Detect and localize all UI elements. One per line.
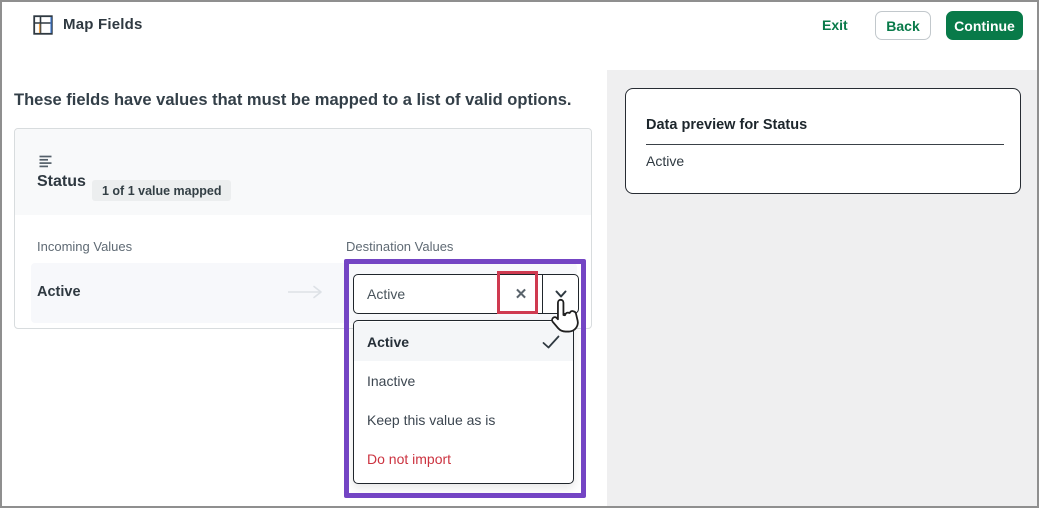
preview-title: Data preview for Status <box>646 117 808 133</box>
exit-link[interactable]: Exit <box>822 17 848 33</box>
destination-options-menu: Active Inactive Keep this value as is Do… <box>353 320 574 484</box>
arrow-right-icon <box>288 285 322 299</box>
option-label: Inactive <box>367 372 416 389</box>
clear-selection-button[interactable]: ✕ <box>500 275 542 313</box>
preview-panel: Data preview for Status Active <box>607 70 1039 508</box>
field-mapping-card: Status 1 of 1 value mapped Incoming Valu… <box>14 128 592 484</box>
back-button[interactable]: Back <box>875 11 931 40</box>
menu-option-do-not-import[interactable]: Do not import <box>354 439 573 478</box>
incoming-value-label: Active <box>37 284 81 300</box>
chevron-down-icon <box>555 290 566 298</box>
map-fields-screen: Map Fields Exit Back Continue These fiel… <box>0 0 1039 508</box>
data-preview-card: Data preview for Status Active <box>625 88 1021 194</box>
menu-option-inactive[interactable]: Inactive <box>354 361 573 400</box>
card-header-background <box>15 129 591 215</box>
preview-value: Active <box>646 153 685 169</box>
list-icon <box>39 155 52 168</box>
destination-value-combobox[interactable]: Active ✕ <box>353 274 579 314</box>
option-label: Active <box>367 333 410 350</box>
check-icon <box>542 335 560 348</box>
option-label: Do not import <box>367 450 452 467</box>
page-title: Map Fields <box>63 16 143 33</box>
header-bar: Map Fields Exit Back Continue <box>0 0 1039 70</box>
mapped-count-badge: 1 of 1 value mapped <box>92 180 232 201</box>
incoming-values-header: Incoming Values <box>37 239 133 254</box>
close-icon: ✕ <box>514 286 528 303</box>
continue-button[interactable]: Continue <box>946 11 1023 40</box>
field-name-label: Status <box>37 173 86 190</box>
destination-values-header: Destination Values <box>346 239 454 254</box>
menu-option-active[interactable]: Active <box>354 322 573 361</box>
combobox-toggle-button[interactable] <box>543 275 578 313</box>
option-label: Keep this value as is <box>367 411 496 428</box>
combobox-selected-value: Active <box>367 286 406 302</box>
menu-option-keep-value[interactable]: Keep this value as is <box>354 400 573 439</box>
table-icon <box>33 15 53 35</box>
preview-divider <box>646 144 1004 145</box>
instructions-heading: These fields have values that must be ma… <box>14 91 572 109</box>
